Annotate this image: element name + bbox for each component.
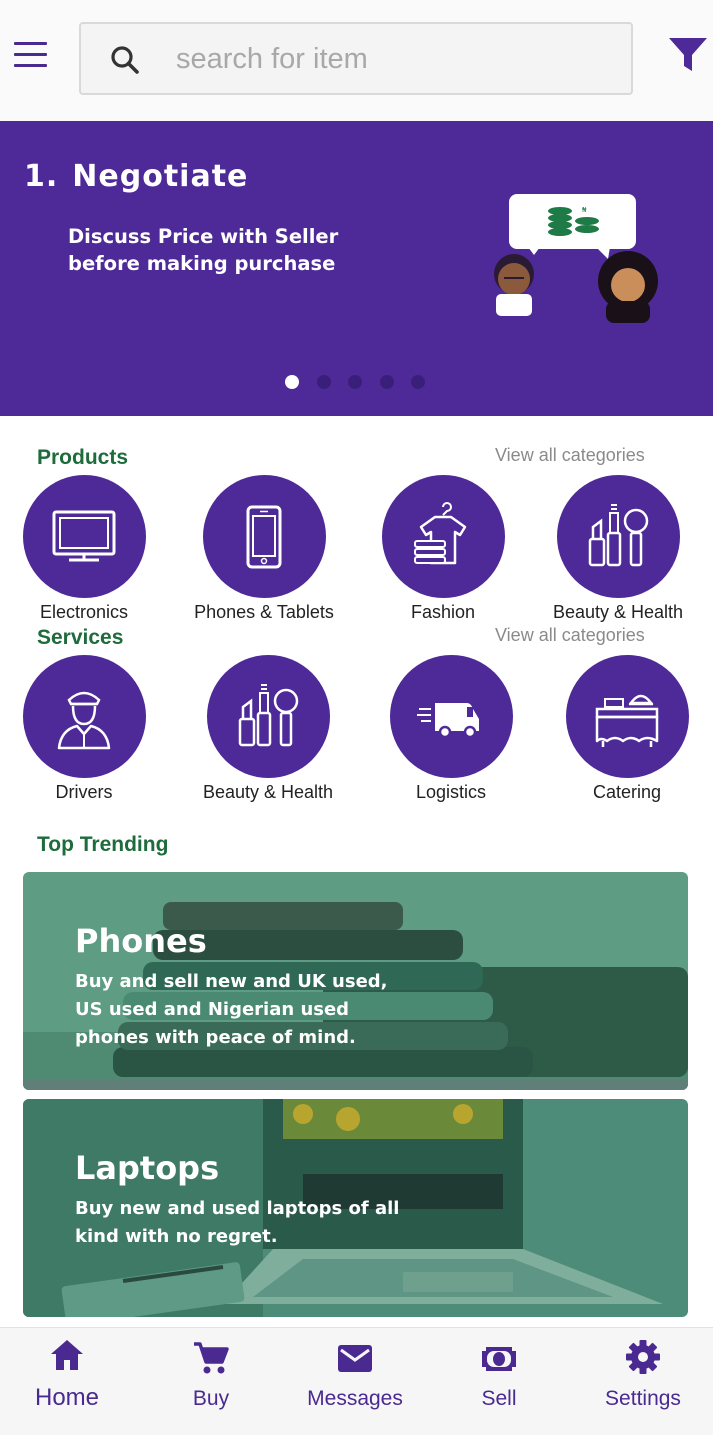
search-input[interactable]	[176, 36, 616, 82]
category-circle	[202, 475, 326, 598]
cosmetics-icon	[238, 683, 299, 746]
banner-title: 1. Negotiate	[24, 159, 248, 194]
banner-subtitle: Discuss Price with Seller before making …	[68, 225, 339, 275]
gear-icon	[626, 1340, 660, 1374]
bottom-navigation: Home Buy Messages Sell Settings	[0, 1327, 713, 1435]
category-circle	[381, 475, 505, 598]
service-category-beauty-health[interactable]: Beauty & Health	[178, 655, 358, 803]
top-bar	[0, 0, 713, 121]
top-trending-heading: Top Trending	[37, 833, 169, 856]
driver-icon	[57, 691, 111, 749]
category-circle	[565, 655, 689, 778]
nav-buy[interactable]: Buy	[140, 1328, 282, 1435]
banner-heading: Negotiate	[72, 159, 249, 194]
carousel-dot-4[interactable]	[379, 375, 394, 389]
category-circle	[22, 655, 146, 778]
category-label: Phones & Tablets	[194, 602, 334, 622]
catering-icon	[595, 694, 659, 747]
product-category-fashion[interactable]: Fashion	[353, 475, 533, 623]
service-category-drivers[interactable]: Drivers	[0, 655, 174, 803]
category-circle	[22, 475, 146, 598]
card-title: Laptops	[75, 1149, 220, 1187]
nav-label: Buy	[192, 1387, 230, 1410]
search-icon	[111, 46, 139, 74]
service-category-catering[interactable]: Catering	[537, 655, 713, 803]
services-view-all-link[interactable]: View all categories	[495, 625, 645, 646]
carousel-dot-1[interactable]	[285, 375, 299, 389]
banner-number: 1.	[24, 159, 59, 194]
category-label: Electronics	[39, 602, 129, 622]
category-label: Logistics	[415, 782, 487, 802]
product-category-beauty-health[interactable]: Beauty & Health	[528, 475, 708, 623]
promo-banner[interactable]: 1. Negotiate Discuss Price with Seller be…	[0, 121, 713, 416]
mail-icon	[338, 1345, 372, 1372]
smartphone-icon	[246, 505, 282, 568]
services-heading: Services	[37, 626, 124, 649]
cosmetics-icon	[588, 503, 649, 566]
card-title: Phones	[75, 922, 207, 960]
category-label: Fashion	[410, 602, 476, 622]
filter-icon[interactable]	[668, 37, 708, 73]
search-bar[interactable]	[79, 22, 633, 95]
service-category-logistics[interactable]: Logistics	[361, 655, 541, 803]
nav-label: Settings	[605, 1387, 681, 1410]
products-heading: Products	[37, 446, 129, 469]
category-label: Catering	[592, 782, 662, 802]
monitor-icon	[52, 510, 116, 561]
cart-icon	[194, 1342, 229, 1374]
nav-label: Messages	[307, 1387, 403, 1410]
delivery-truck-icon	[417, 702, 479, 738]
nav-settings[interactable]: Settings	[572, 1328, 713, 1435]
carousel-dot-2[interactable]	[316, 375, 331, 389]
product-category-electronics[interactable]: Electronics	[0, 475, 174, 623]
category-circle	[206, 655, 330, 778]
carousel-dot-5[interactable]	[411, 375, 425, 389]
negotiation-illustration: ₦	[494, 194, 658, 323]
trending-card-phones[interactable]: Phones Buy and sell new and UK used, US …	[23, 872, 688, 1090]
nav-sell[interactable]: Sell	[428, 1328, 570, 1435]
category-label: Beauty & Health	[552, 602, 684, 622]
product-category-phones-tablets[interactable]: Phones & Tablets	[174, 475, 354, 623]
money-icon	[482, 1347, 516, 1371]
carousel-dot-3[interactable]	[348, 375, 362, 389]
nav-label: Sell	[481, 1387, 517, 1410]
category-label: Beauty & Health	[202, 782, 334, 802]
card-description: Buy new and used laptops of all kind wit…	[75, 1198, 400, 1247]
category-label: Drivers	[55, 782, 113, 802]
hamburger-menu-icon[interactable]	[14, 42, 47, 68]
svg-text:₦: ₦	[582, 206, 587, 214]
nav-label: Home	[34, 1384, 100, 1411]
nav-messages[interactable]: Messages	[284, 1328, 426, 1435]
trending-card-laptops[interactable]: Laptops Buy new and used laptops of all …	[23, 1099, 688, 1317]
carousel-dots	[285, 375, 443, 389]
clothes-icon	[414, 501, 467, 564]
category-circle	[556, 475, 680, 598]
card-description: Buy and sell new and UK used, US used an…	[75, 971, 388, 1048]
home-icon	[51, 1340, 83, 1370]
nav-home[interactable]: Home	[0, 1328, 138, 1435]
products-view-all-link[interactable]: View all categories	[495, 445, 645, 466]
category-circle	[389, 655, 513, 778]
